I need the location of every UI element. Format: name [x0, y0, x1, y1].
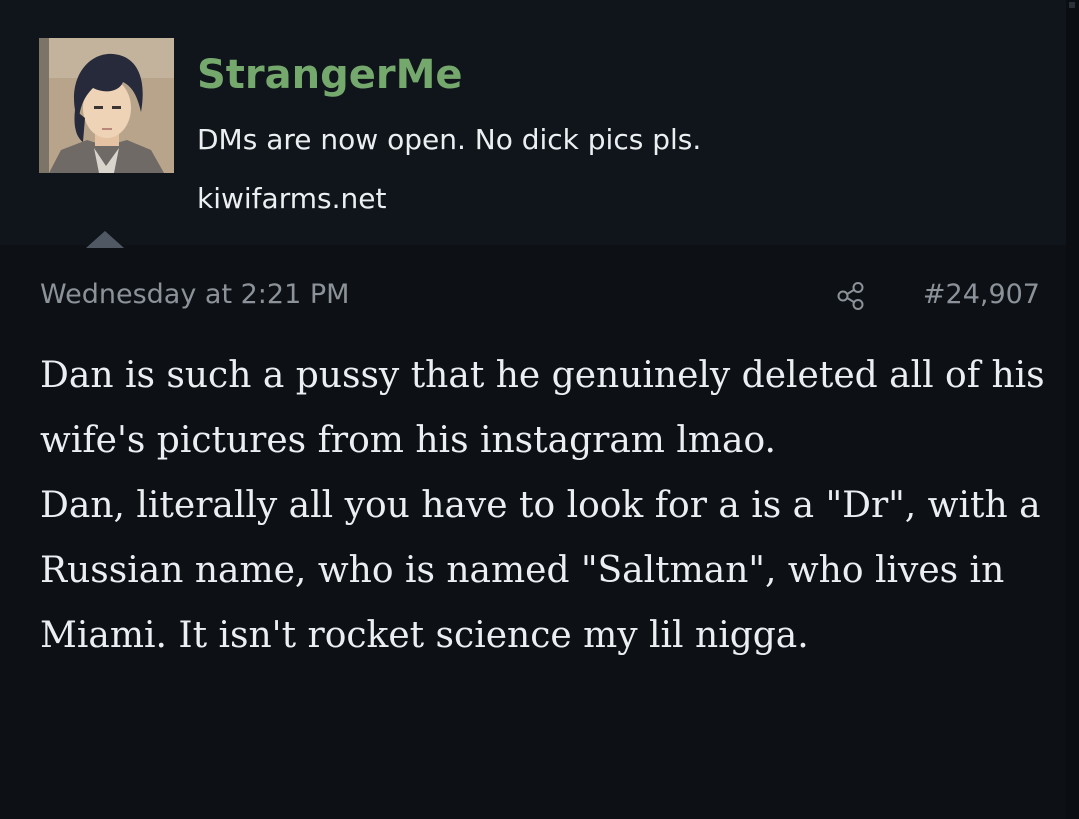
- post-body: Dan is such a pussy that he genuinely de…: [40, 343, 1045, 668]
- message-user-header: StrangerMe DMs are now open. No dick pic…: [0, 0, 1066, 245]
- share-icon-graphic: [837, 282, 864, 310]
- share-icon[interactable]: [834, 279, 868, 313]
- user-avatar[interactable]: [39, 38, 174, 173]
- avatar-image: [39, 38, 174, 173]
- user-site: kiwifarms.net: [197, 182, 387, 215]
- post-paragraph: Dan, literally all you have to look for …: [40, 485, 1041, 656]
- post-number-link[interactable]: #24,907: [923, 274, 1040, 316]
- post-paragraph: Dan is such a pussy that he genuinely de…: [40, 355, 1045, 461]
- user-block-pointer: [86, 231, 124, 248]
- scrollbar-thumb[interactable]: [1069, 2, 1075, 8]
- scrollbar[interactable]: [1066, 0, 1079, 819]
- user-title: DMs are now open. No dick pics pls.: [197, 123, 702, 156]
- post-timestamp[interactable]: Wednesday at 2:21 PM: [40, 274, 349, 316]
- post-container: StrangerMe DMs are now open. No dick pic…: [0, 0, 1079, 819]
- username[interactable]: StrangerMe: [197, 48, 463, 102]
